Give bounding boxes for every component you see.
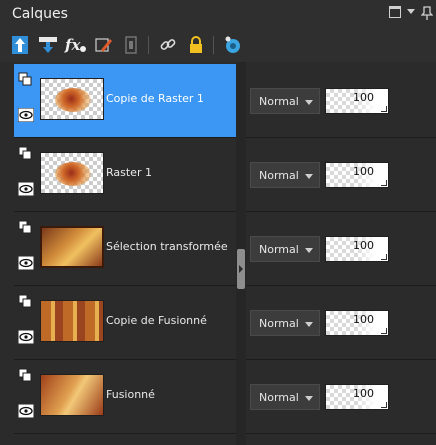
palette-icon[interactable] — [222, 34, 244, 56]
visibility-eye-icon[interactable] — [18, 182, 34, 196]
layer-row-icons — [18, 368, 34, 428]
blend-mode-value: Normal — [259, 243, 299, 256]
edit-layer-icon[interactable] — [93, 34, 115, 56]
opacity-field[interactable]: 100 — [325, 310, 389, 336]
layer-properties-row: Normal 100 — [246, 360, 436, 434]
layer-row-icons — [18, 294, 34, 354]
chevron-down-icon — [305, 322, 313, 327]
opacity-value: 100 — [353, 239, 374, 252]
layer-name: Sélection transformée — [106, 240, 228, 253]
raster-layer-icon — [18, 368, 32, 382]
resize-grip-icon — [381, 254, 387, 260]
raster-layer-icon — [18, 146, 32, 160]
mask-icon[interactable] — [120, 34, 142, 56]
toolbar-divider — [213, 36, 214, 54]
layer-properties-row: Normal 100 — [246, 286, 436, 360]
restore-icon[interactable] — [389, 6, 401, 18]
opacity-value: 100 — [353, 313, 374, 326]
layer-row[interactable]: Fusionné — [14, 360, 236, 434]
visibility-eye-icon[interactable] — [18, 404, 34, 418]
layer-thumbnail — [40, 300, 104, 342]
layer-name: Copie de Raster 1 — [106, 92, 204, 105]
panel-menu-chevron-icon[interactable] — [407, 9, 415, 14]
opacity-value: 100 — [353, 91, 374, 104]
blend-mode-dropdown[interactable]: Normal — [250, 236, 320, 262]
blend-mode-value: Normal — [259, 317, 299, 330]
layer-thumbnail — [40, 78, 104, 120]
resize-grip-icon — [381, 402, 387, 408]
raster-layer-icon — [18, 294, 32, 308]
blend-mode-dropdown[interactable]: Normal — [250, 310, 320, 336]
layer-row[interactable]: Copie de Raster 1 — [14, 64, 236, 138]
raster-layer-icon — [18, 72, 32, 86]
opacity-field[interactable]: 100 — [325, 384, 389, 410]
layer-name: Fusionné — [106, 388, 155, 401]
layer-row[interactable]: Copie de Fusionné — [14, 286, 236, 360]
chevron-down-icon — [305, 100, 313, 105]
chevron-down-icon — [305, 396, 313, 401]
layer-name: Copie de Fusionné — [106, 314, 207, 327]
opacity-value: 100 — [353, 165, 374, 178]
layer-row-icons — [18, 220, 34, 280]
opacity-field[interactable]: 100 — [325, 88, 389, 114]
visibility-eye-icon[interactable] — [18, 256, 34, 270]
visibility-eye-icon[interactable] — [18, 330, 34, 344]
move-layer-up-icon[interactable] — [9, 34, 31, 56]
blend-mode-value: Normal — [259, 169, 299, 182]
layer-name: Raster 1 — [106, 166, 152, 179]
blend-mode-dropdown[interactable]: Normal — [250, 88, 320, 114]
layer-thumbnail — [40, 374, 104, 416]
layer-row[interactable]: Raster 1 — [14, 138, 236, 212]
blend-mode-dropdown[interactable]: Normal — [250, 384, 320, 410]
resize-grip-icon — [381, 180, 387, 186]
pin-icon[interactable] — [420, 5, 434, 20]
layer-properties-row: Normal 100 — [246, 212, 436, 286]
panel-titlebar: Calques — [0, 0, 436, 30]
opacity-field[interactable]: 100 — [325, 236, 389, 262]
layer-row-icons — [18, 146, 34, 206]
visibility-eye-icon[interactable] — [18, 108, 34, 122]
raster-layer-icon — [18, 220, 32, 234]
panel-title: Calques — [12, 6, 68, 22]
splitter-handle-icon[interactable] — [237, 249, 245, 289]
layer-thumbnail — [40, 152, 104, 194]
toolbar-divider — [148, 36, 149, 54]
chevron-down-icon — [305, 248, 313, 253]
layer-properties-row: Normal 100 — [246, 64, 436, 138]
svg-text:fx: fx — [64, 36, 81, 54]
blend-mode-value: Normal — [259, 95, 299, 108]
opacity-field[interactable]: 100 — [325, 162, 389, 188]
layer-row-icons — [18, 72, 34, 132]
layer-row[interactable]: Sélection transformée — [14, 212, 236, 286]
link-icon[interactable] — [157, 34, 179, 56]
resize-grip-icon — [381, 328, 387, 334]
lock-icon[interactable] — [185, 34, 207, 56]
fx-effects-icon[interactable]: fx — [64, 34, 86, 56]
layer-properties-row: Normal 100 — [246, 138, 436, 212]
layer-thumbnail — [40, 226, 104, 268]
resize-grip-icon — [381, 106, 387, 112]
opacity-value: 100 — [353, 387, 374, 400]
layers-toolbar: fx — [0, 30, 436, 62]
blend-mode-dropdown[interactable]: Normal — [250, 162, 320, 188]
chevron-down-icon — [305, 174, 313, 179]
blend-mode-value: Normal — [259, 391, 299, 404]
move-layer-down-icon[interactable] — [37, 34, 59, 56]
